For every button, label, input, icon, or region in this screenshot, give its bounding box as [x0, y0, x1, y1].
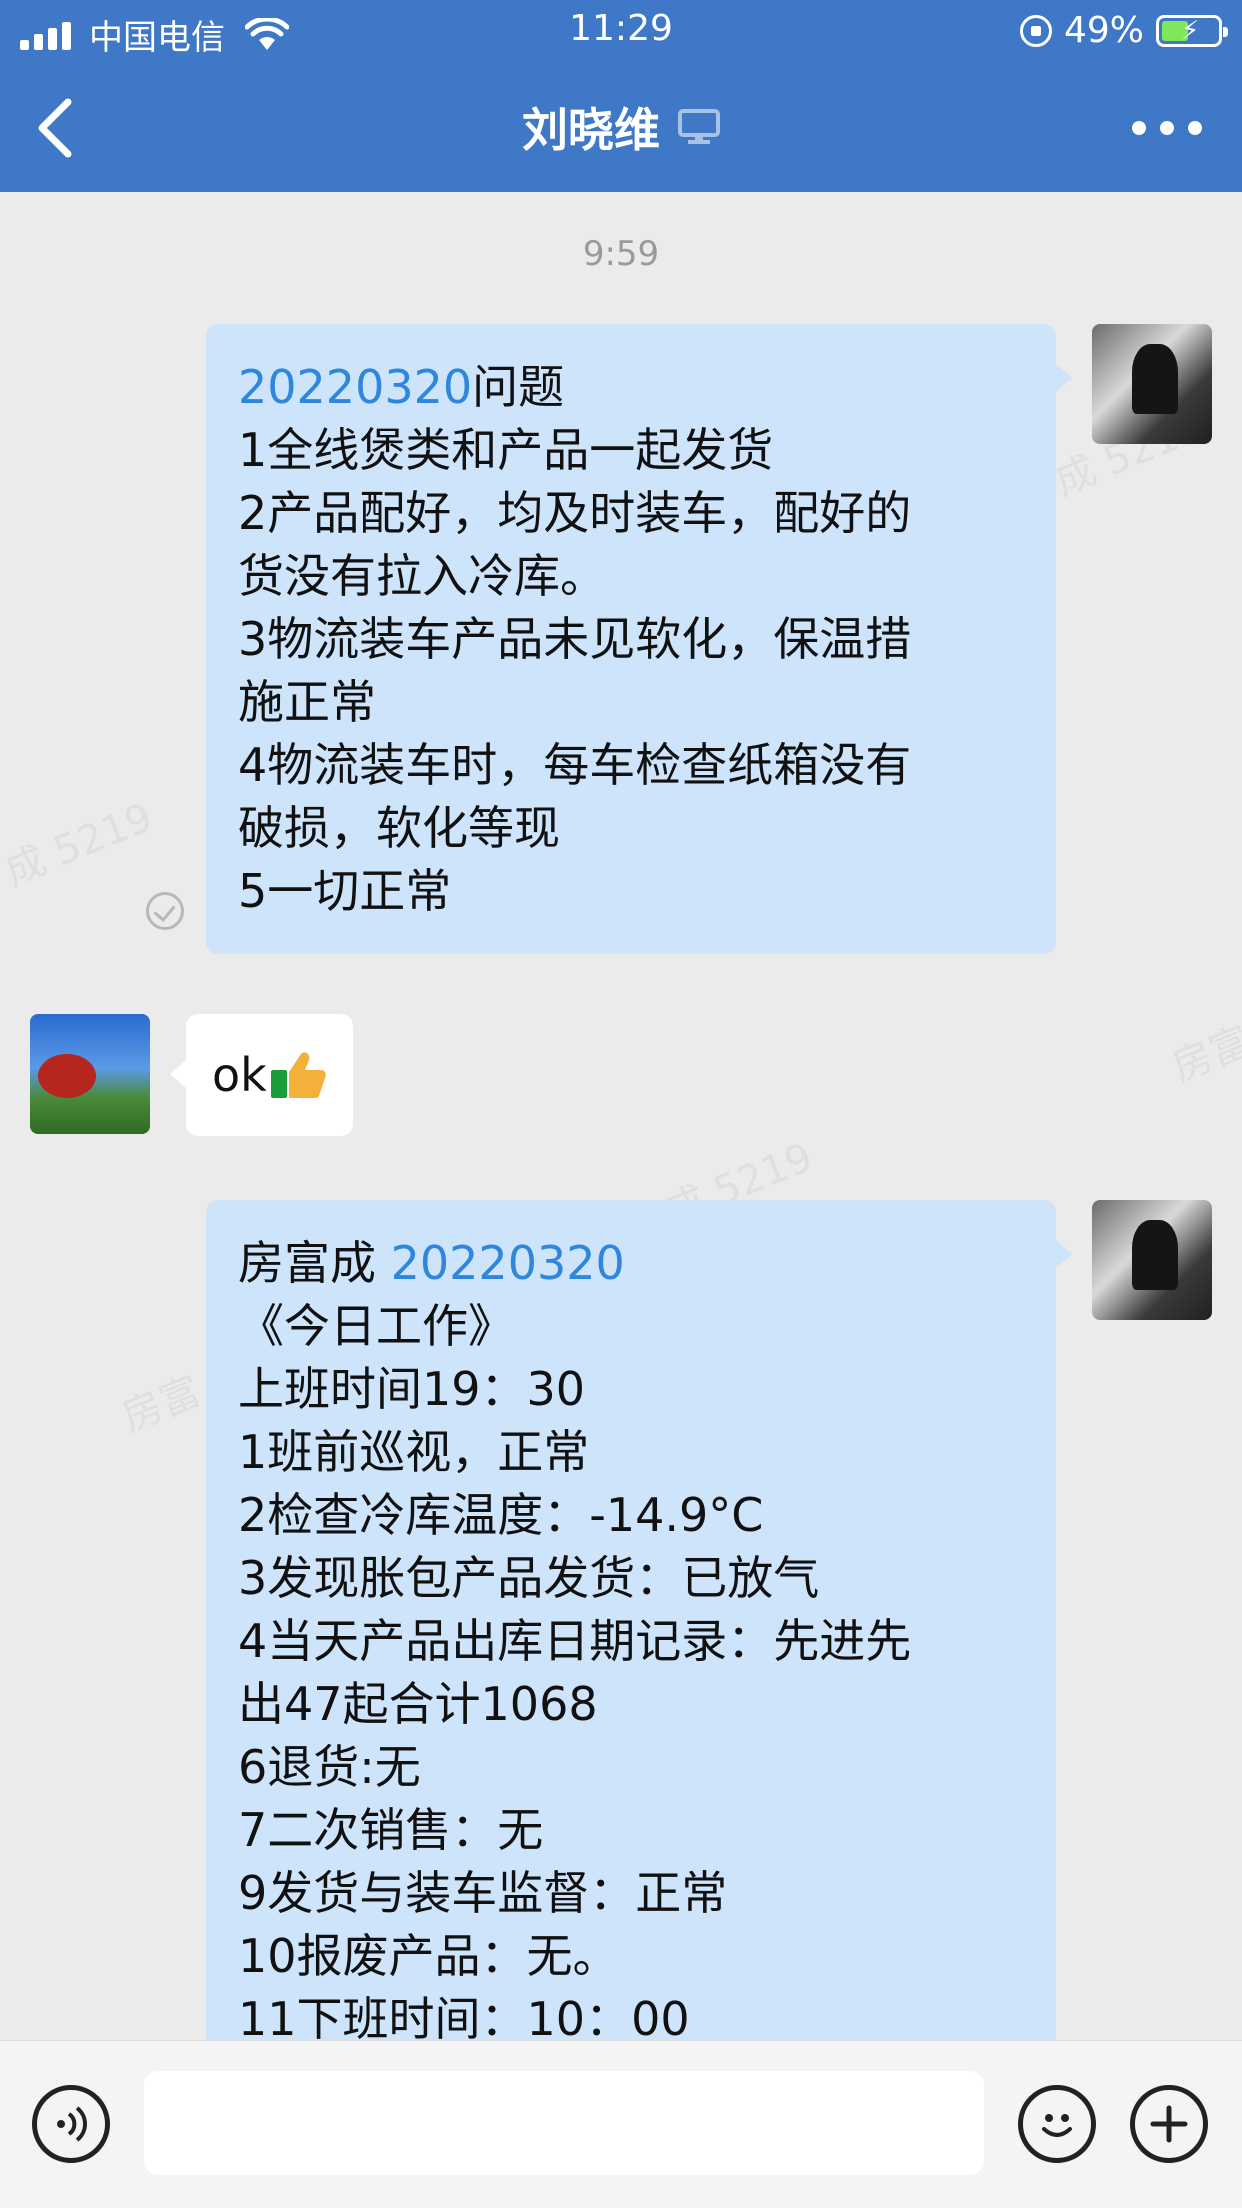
my-avatar[interactable]	[1092, 1200, 1212, 1320]
message-timestamp: 9:59	[582, 234, 660, 274]
thumbs-up-icon	[270, 1052, 326, 1098]
top-bar: 中国电信 11:29 49% ⚡ 刘晓维	[0, 0, 1242, 192]
message-line: 房富成 20220320	[238, 1236, 625, 1290]
message-bubble-received[interactable]: ok	[170, 1014, 353, 1136]
message-line: 《今日工作》	[238, 1299, 514, 1353]
message-line: 3发现胀包产品发货：已放气	[238, 1551, 820, 1605]
status-bar: 中国电信 11:29 49% ⚡	[0, 0, 1242, 64]
rotation-lock-icon	[1019, 14, 1052, 47]
message-line: 2检查冷库温度：-14.9°C	[238, 1488, 764, 1542]
plus-icon[interactable]	[1130, 2085, 1208, 2163]
message-bubble-sent[interactable]: 20220320问题 1全线煲类和产品一起发货 2产品配好，均及时装车，配好的 …	[206, 324, 1072, 954]
message-line: 4物流装车时，每车检查纸箱没有	[238, 738, 912, 792]
message-line: 破损，软化等现	[238, 801, 560, 855]
my-avatar[interactable]	[1092, 324, 1212, 444]
message-line: 11下班时间：10：00	[238, 1992, 690, 2040]
message-line: 1全线煲类和产品一起发货	[238, 423, 774, 477]
contact-avatar[interactable]	[30, 1014, 150, 1134]
message-line: 施正常	[238, 675, 376, 729]
chat-area[interactable]: 成 5219 成 5219 房富 成 5219 房富 9:59 20220320…	[0, 192, 1242, 2040]
message-bubble-sent[interactable]: 房富成 20220320 《今日工作》 上班时间19：30 1班前巡视，正常 2…	[206, 1200, 1072, 2040]
message-line: 6退货:无	[238, 1740, 421, 1794]
message-line: 1班前巡视，正常	[238, 1425, 590, 1479]
chat-title: 刘晓维	[522, 103, 660, 157]
computer-icon	[678, 109, 720, 144]
emoji-icon[interactable]	[1018, 2085, 1096, 2163]
message-line: 5一切正常	[238, 864, 452, 918]
message-text: ok	[212, 1047, 267, 1102]
message-line: 上班时间19：30	[238, 1362, 586, 1416]
message-line: 2产品配好，均及时装车，配好的	[238, 486, 912, 540]
message-line: 货没有拉入冷库。	[238, 549, 606, 603]
message-input[interactable]	[144, 2071, 984, 2175]
more-icon[interactable]	[1132, 108, 1202, 148]
battery-icon: ⚡	[1156, 14, 1228, 47]
watermark: 成 5219	[0, 794, 160, 895]
battery-percent: 49%	[1063, 10, 1144, 51]
message-line: 出47起合计1068	[238, 1677, 598, 1731]
navigation-bar: 刘晓维	[0, 64, 1242, 192]
message-line: 20220320问题	[238, 360, 565, 414]
message-line: 3物流装车产品未见软化，保温措	[238, 612, 912, 666]
message-line: 9发货与装车监督：正常	[238, 1866, 728, 1920]
message-line: 4当天产品出库日期记录：先进先	[238, 1614, 912, 1668]
read-receipt-icon	[146, 892, 184, 930]
message-line: 10报废产品：无。	[238, 1929, 619, 1983]
input-bar	[0, 2040, 1242, 2208]
date-link[interactable]: 20220320	[238, 360, 472, 414]
watermark: 房富	[115, 1368, 208, 1442]
message-line: 7二次销售：无	[238, 1803, 544, 1857]
watermark: 房富	[1165, 1018, 1242, 1092]
voice-icon[interactable]	[32, 2085, 110, 2163]
date-link[interactable]: 20220320	[391, 1236, 625, 1290]
